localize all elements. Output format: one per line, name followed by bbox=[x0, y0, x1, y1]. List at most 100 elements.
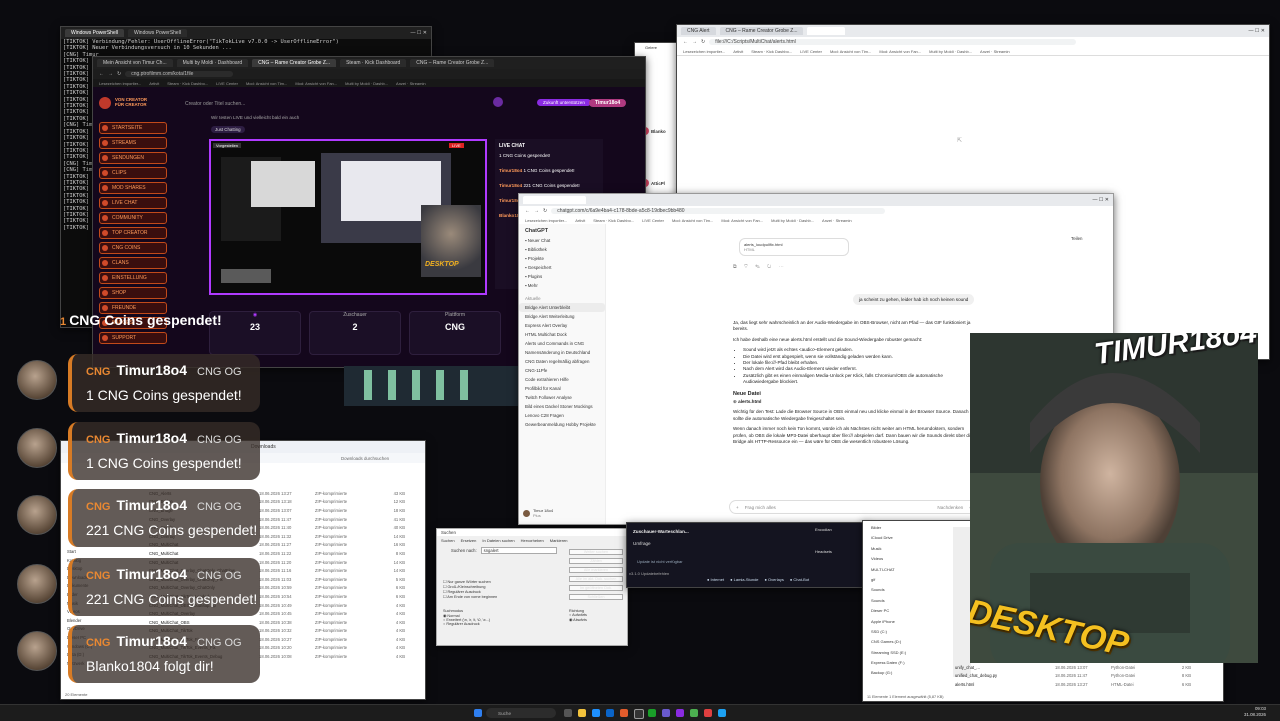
explorer-nav-item[interactable]: Sounds bbox=[871, 587, 951, 597]
dialog-button[interactable]: Im geöffneten Dok. bbox=[569, 585, 623, 591]
platform-menu-item[interactable]: MOD SHARES bbox=[99, 182, 167, 194]
url-text[interactable]: cng.ptrofilmm.com/kota/1file bbox=[125, 71, 234, 77]
app-icon[interactable] bbox=[648, 709, 656, 717]
chatgpt-brand[interactable]: ChatGPT bbox=[519, 224, 605, 236]
platform-menu-item[interactable]: STREAMS bbox=[99, 137, 167, 149]
file-row[interactable]: unified_chat_debug.py 18.06.2026 11:47 Pyt… bbox=[955, 672, 1215, 681]
platform-menu-item[interactable]: SENDUNGEN bbox=[99, 152, 167, 164]
bookmark[interactable]: Steam · Kick Dashbo... bbox=[751, 49, 792, 54]
dialog-button[interactable]: Zählen bbox=[569, 558, 623, 564]
file-row[interactable]: unify_chat_... 18.06.2026 13:07 Python-Dat… bbox=[955, 663, 1215, 672]
plus-icon[interactable]: + bbox=[736, 505, 739, 510]
bookmark[interactable]: Artivit bbox=[149, 81, 159, 86]
address-bar[interactable]: ← → ↻ chatgpt.com/c/6a9e4ba4-c178-8bde-a… bbox=[519, 206, 1113, 216]
bookmark[interactable]: LIVE Center bbox=[642, 218, 664, 223]
window-controls-icon[interactable]: — ☐ ✕ bbox=[1093, 197, 1109, 203]
stream-tool-app[interactable]: Zuschauer-Warteschlan... Umfrage Update … bbox=[626, 522, 868, 588]
store-icon[interactable] bbox=[606, 709, 614, 717]
dialog-tab[interactable]: Suchen bbox=[441, 538, 455, 543]
user-profile[interactable]: Timur 18o4 Plus bbox=[523, 508, 553, 518]
browser-tab[interactable]: CNG – Rame Creator Grobe Z... bbox=[252, 59, 337, 67]
chatgpt-nav-item[interactable]: ▪ Bibliothek bbox=[519, 245, 605, 254]
thinking-toggle[interactable]: Nachdenken bbox=[937, 505, 963, 510]
chat-history-item[interactable]: Bridge Alert Weiterleitung bbox=[519, 312, 605, 321]
bookmark[interactable]: Lesezeichen importier... bbox=[683, 49, 725, 54]
platform-menu-item[interactable]: STARTSEITE bbox=[99, 122, 167, 134]
dialog-tab[interactable]: Ersetzen bbox=[461, 538, 477, 543]
notepad-icon[interactable] bbox=[690, 709, 698, 717]
notification-icon[interactable] bbox=[493, 97, 503, 107]
chat-history-item[interactable]: Bild eines Dackel Stoner Mockings bbox=[519, 402, 605, 411]
start-icon[interactable] bbox=[474, 709, 482, 717]
bookmark[interactable]: Artivit bbox=[733, 49, 743, 54]
bookmark[interactable]: Multi by Moldi · Dashb... bbox=[345, 81, 388, 86]
app-icon[interactable] bbox=[704, 709, 712, 717]
platform-menu-item[interactable]: CNG COINS bbox=[99, 242, 167, 254]
dialog-tab[interactable]: Hervorheben bbox=[521, 538, 544, 543]
platform-search-input[interactable]: Creator oder Titel suchen... bbox=[185, 101, 375, 107]
dialog-button[interactable]: Alle im akt. Dok. suchen bbox=[569, 576, 623, 582]
share-button[interactable]: Teilen bbox=[1071, 236, 1082, 241]
dark-item[interactable]: Zuschauer-Warteschlan... bbox=[633, 529, 689, 534]
explorer-nav-item[interactable]: Videos bbox=[871, 556, 951, 566]
dark-nav-item[interactable]: ● Internet bbox=[707, 577, 724, 582]
stream-player[interactable]: Vorgestellen LIVE DESKTOP bbox=[209, 139, 487, 295]
chat-history-item[interactable]: Lenovo C28 Fragen bbox=[519, 411, 605, 420]
chat-history-item[interactable]: CNG-11Pfe bbox=[519, 366, 605, 375]
back-icon[interactable]: ← bbox=[525, 208, 530, 214]
chat-history-item[interactable]: Express Alert Overlay bbox=[519, 321, 605, 330]
platform-menu-item[interactable]: LIVE CHAT bbox=[99, 197, 167, 209]
chatgpt-nav-item[interactable]: ▪ Mehr bbox=[519, 281, 605, 290]
file-row[interactable]: alerts.html 18.06.2026 13:27 HTML-Datei 6 K… bbox=[955, 680, 1215, 689]
platform-menu-item[interactable]: COMMUNITY bbox=[99, 212, 167, 224]
bookmark[interactable]: Steam · Kick Dashbo... bbox=[593, 218, 634, 223]
back-icon[interactable]: ← bbox=[99, 71, 104, 77]
file-explorer-icon[interactable] bbox=[578, 709, 586, 717]
powershell-tab[interactable]: Windows PowerShell bbox=[127, 29, 187, 37]
task-view-icon[interactable] bbox=[564, 709, 572, 717]
forward-icon[interactable]: → bbox=[108, 71, 113, 77]
app-icon[interactable] bbox=[718, 709, 726, 717]
chat-history-item[interactable]: Twitch Follower Analyse bbox=[519, 393, 605, 402]
address-bar[interactable]: ← → ↻ cng.ptrofilmm.com/kota/1file bbox=[93, 69, 645, 79]
bookmark[interactable]: Steam · Kick Dashbo... bbox=[167, 81, 208, 86]
explorer-nav-item[interactable]: Sounds bbox=[871, 598, 951, 608]
chat-history-item[interactable]: Alerts und Commands in CNG bbox=[519, 339, 605, 348]
dark-nav-item[interactable]: ● Overlays bbox=[765, 577, 784, 582]
file-link[interactable]: ⊕ alerts.html bbox=[733, 399, 973, 405]
bookmark[interactable]: LIVE Center bbox=[800, 49, 822, 54]
support-button[interactable]: Zukunft unterstützen bbox=[537, 99, 591, 106]
dialog-button[interactable]: Alle markieren bbox=[569, 567, 623, 573]
bookmark[interactable]: Anzei · Streamin bbox=[822, 218, 852, 223]
mode-radio[interactable]: ○ Regulärer Ausdruck bbox=[443, 622, 490, 626]
chat-history-item[interactable]: Namensänderung in Deutschland bbox=[519, 348, 605, 357]
window-controls-icon[interactable]: — ☐ ✕ bbox=[411, 30, 427, 36]
platform-menu-item[interactable]: TOP CREATOR bbox=[99, 227, 167, 239]
dialog-tab[interactable]: In Dateien suchen bbox=[482, 538, 514, 543]
chatgpt-nav-item[interactable]: ▪ Gespeichert bbox=[519, 263, 605, 272]
explorer-search-input[interactable]: Downloads durchsuchen bbox=[341, 456, 389, 461]
window-controls-icon[interactable]: — ☐ ✕ bbox=[1249, 28, 1265, 34]
dialog-tab[interactable]: Markieren bbox=[550, 538, 568, 543]
explorer-nav-item[interactable]: Apple iPhone bbox=[871, 619, 951, 629]
url-text[interactable]: chatgpt.com/c/6a9e4ba4-c178-8bde-a5c8-19… bbox=[551, 208, 885, 214]
bookmark[interactable]: Mod: Ansicht von Fan... bbox=[295, 81, 337, 86]
bookmark[interactable]: Multi by Moldi · Dashb... bbox=[929, 49, 972, 54]
file-link-text[interactable]: alerts.html bbox=[738, 399, 761, 404]
bookmark[interactable]: Lesezeichen importier... bbox=[99, 81, 141, 86]
explorer-nav-item[interactable]: iCloud Drive bbox=[871, 535, 951, 545]
explorer-nav-item[interactable]: CNS Games (D:) bbox=[871, 639, 951, 649]
chat-input[interactable]: + Frag mich alles Nachdenken ● bbox=[729, 500, 979, 514]
address-bar[interactable]: ← → ↻ file:///C:/Scripts/MultiChat/alert… bbox=[677, 37, 1269, 47]
powershell-tab[interactable]: Windows PowerShell bbox=[65, 29, 124, 37]
edge-icon[interactable] bbox=[592, 709, 600, 717]
explorer-nav-item[interactable]: Express Daten (F:) bbox=[871, 660, 951, 670]
reload-icon[interactable]: ↻ bbox=[117, 71, 121, 77]
dark-nav-item[interactable]: ● Chat-Bot bbox=[790, 577, 809, 582]
forward-icon[interactable]: → bbox=[692, 39, 697, 45]
chat-history-item[interactable]: Profilbild für Kanal bbox=[519, 384, 605, 393]
obs-icon[interactable] bbox=[676, 709, 684, 717]
clock[interactable]: 09:03 31.08.2026 bbox=[1244, 706, 1266, 718]
reload-icon[interactable]: ↻ bbox=[701, 39, 705, 45]
find-input[interactable]: sngalert bbox=[480, 547, 557, 554]
